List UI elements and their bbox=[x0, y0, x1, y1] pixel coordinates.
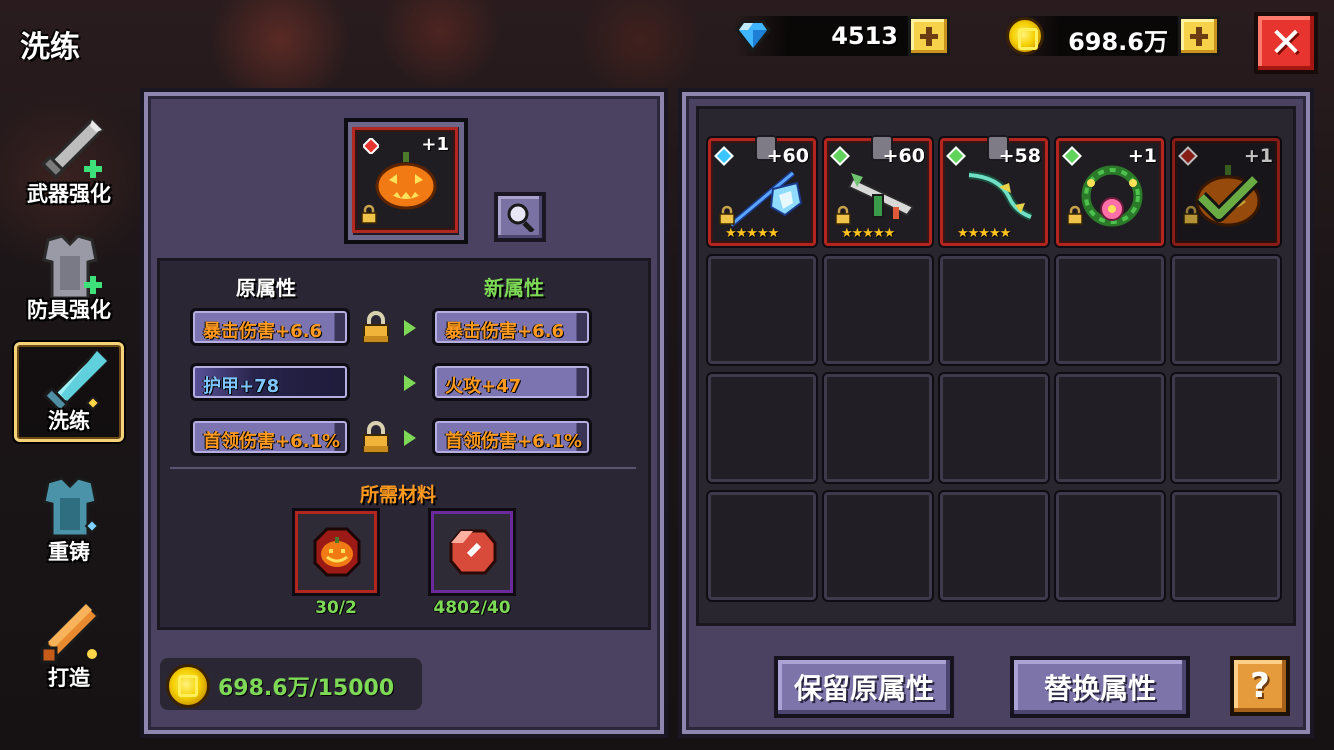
sidebar-item-recast[interactable]: 重铸 bbox=[14, 470, 124, 570]
materials-header: 所需材料 bbox=[360, 484, 437, 506]
close-button[interactable]: ✕ bbox=[1254, 12, 1318, 74]
new-attr-3: 首领伤害+6.1% bbox=[432, 418, 592, 456]
inventory-slot-empty[interactable] bbox=[1056, 492, 1164, 600]
jade-bow-icon bbox=[968, 171, 1033, 221]
arrow-icon bbox=[404, 430, 416, 446]
inventory-slot-empty[interactable] bbox=[708, 374, 816, 482]
sidebar-item-label: 武器强化 bbox=[27, 182, 111, 206]
add-gold-button[interactable] bbox=[1178, 16, 1220, 56]
selected-item-slot[interactable]: +1 bbox=[352, 127, 458, 233]
gem-counter: 4513 bbox=[734, 16, 950, 56]
rarity-icon bbox=[830, 146, 850, 166]
new-attr-header: 新属性 bbox=[484, 276, 544, 300]
pumpkin-item-icon bbox=[375, 152, 437, 210]
gold-coin-icon bbox=[166, 664, 210, 708]
page-title: 洗练 bbox=[20, 30, 80, 65]
inventory-slot-empty[interactable] bbox=[1172, 256, 1280, 364]
material-slot-2[interactable] bbox=[428, 508, 516, 596]
help-button[interactable]: ? bbox=[1230, 656, 1290, 716]
cost-bar: 698.6万/15000 bbox=[160, 658, 422, 710]
lock-icon bbox=[361, 204, 377, 224]
inventory-slot-empty[interactable] bbox=[708, 492, 816, 600]
lock-icon bbox=[719, 205, 735, 225]
divider bbox=[170, 467, 636, 469]
inventory-slot-empty[interactable] bbox=[824, 492, 932, 600]
replace-attributes-button[interactable]: 替换属性 bbox=[1010, 656, 1190, 718]
material-slot-1[interactable] bbox=[292, 508, 380, 596]
close-icon: ✕ bbox=[1269, 20, 1303, 66]
flower-wreath-icon bbox=[1081, 165, 1143, 227]
inventory-slot-empty[interactable] bbox=[1056, 256, 1164, 364]
keep-original-button[interactable]: 保留原属性 bbox=[774, 656, 954, 718]
lock-icon[interactable] bbox=[362, 310, 390, 344]
inventory-item-4[interactable]: +1 bbox=[1056, 138, 1164, 246]
lock-icon bbox=[1067, 205, 1083, 225]
original-attr-1: 暴击伤害+6.6 bbox=[190, 308, 350, 346]
sidebar-item-label: 打造 bbox=[48, 666, 90, 690]
gold-coin-icon bbox=[1006, 17, 1044, 55]
item-stars: ★★★★★ bbox=[957, 226, 1011, 241]
checkmark-icon bbox=[1196, 174, 1260, 222]
inventory-slot-empty[interactable] bbox=[1172, 492, 1280, 600]
bone-crossbow-icon bbox=[847, 173, 915, 219]
lock-icon bbox=[1183, 205, 1199, 225]
sidebar-item-armor-upgrade[interactable]: 防具强化 bbox=[14, 228, 124, 328]
gold-counter: 698.6万 bbox=[1006, 16, 1220, 56]
arrow-icon bbox=[404, 320, 416, 336]
new-attr-1: 暴击伤害+6.6 bbox=[432, 308, 592, 346]
inventory-slot-empty[interactable] bbox=[1056, 374, 1164, 482]
pumpkin-material-icon bbox=[313, 527, 361, 577]
material-count-2: 4802/40 bbox=[433, 598, 511, 618]
original-attr-3: 首领伤害+6.1% bbox=[190, 418, 350, 456]
inventory-item-2[interactable]: +60 ★★★★★ bbox=[824, 135, 932, 246]
item-stars: ★★★★★ bbox=[725, 226, 779, 241]
lock-icon bbox=[835, 205, 851, 225]
diamond-icon bbox=[735, 20, 771, 53]
inventory-slot-empty[interactable] bbox=[1172, 374, 1280, 482]
sidebar-item-label: 防具强化 bbox=[27, 298, 111, 322]
magnifier-icon bbox=[507, 203, 535, 232]
rarity-icon bbox=[714, 146, 734, 166]
inventory-slot-empty[interactable] bbox=[708, 256, 816, 364]
inventory-slot-empty[interactable] bbox=[940, 374, 1048, 482]
gold-amount: 698.6万 bbox=[1068, 28, 1168, 56]
inventory-item-1[interactable]: +60 ★★★★★ bbox=[708, 135, 816, 246]
item-level: +60 bbox=[766, 145, 809, 167]
sidebar-item-label: 洗练 bbox=[48, 409, 90, 433]
item-level: +58 bbox=[998, 145, 1041, 167]
item-stars: ★★★★★ bbox=[841, 226, 895, 241]
sidebar-item-refine[interactable]: 洗练 bbox=[14, 342, 124, 442]
ice-spear-icon bbox=[729, 170, 803, 228]
inventory-slot-empty[interactable] bbox=[940, 492, 1048, 600]
inventory-slot-empty[interactable] bbox=[940, 256, 1048, 364]
inventory-item-5[interactable]: +1 bbox=[1172, 138, 1280, 246]
sidebar-item-weapon-upgrade[interactable]: 武器强化 bbox=[14, 112, 124, 212]
gem-amount: 4513 bbox=[831, 22, 898, 50]
material-count-1: 30/2 bbox=[315, 598, 357, 618]
arrow-icon bbox=[404, 375, 416, 391]
add-gems-button[interactable] bbox=[908, 16, 950, 56]
original-attr-header: 原属性 bbox=[236, 276, 296, 300]
new-attr-2: 火攻+47 bbox=[432, 363, 592, 401]
rarity-icon bbox=[946, 146, 966, 166]
original-attr-2: 护甲+78 bbox=[190, 363, 350, 401]
inventory-item-3[interactable]: +58 ★★★★★ bbox=[940, 135, 1048, 246]
lock-icon[interactable] bbox=[362, 420, 390, 454]
red-gem-material-icon bbox=[449, 529, 497, 575]
item-level: +60 bbox=[882, 145, 925, 167]
sidebar-item-forge[interactable]: 打造 bbox=[14, 596, 124, 696]
refine-cost: 698.6万/15000 bbox=[218, 676, 395, 701]
inventory-slot-empty[interactable] bbox=[824, 374, 932, 482]
sidebar-item-label: 重铸 bbox=[48, 540, 90, 564]
inventory-slot-empty[interactable] bbox=[824, 256, 932, 364]
inspect-button[interactable] bbox=[494, 192, 546, 242]
